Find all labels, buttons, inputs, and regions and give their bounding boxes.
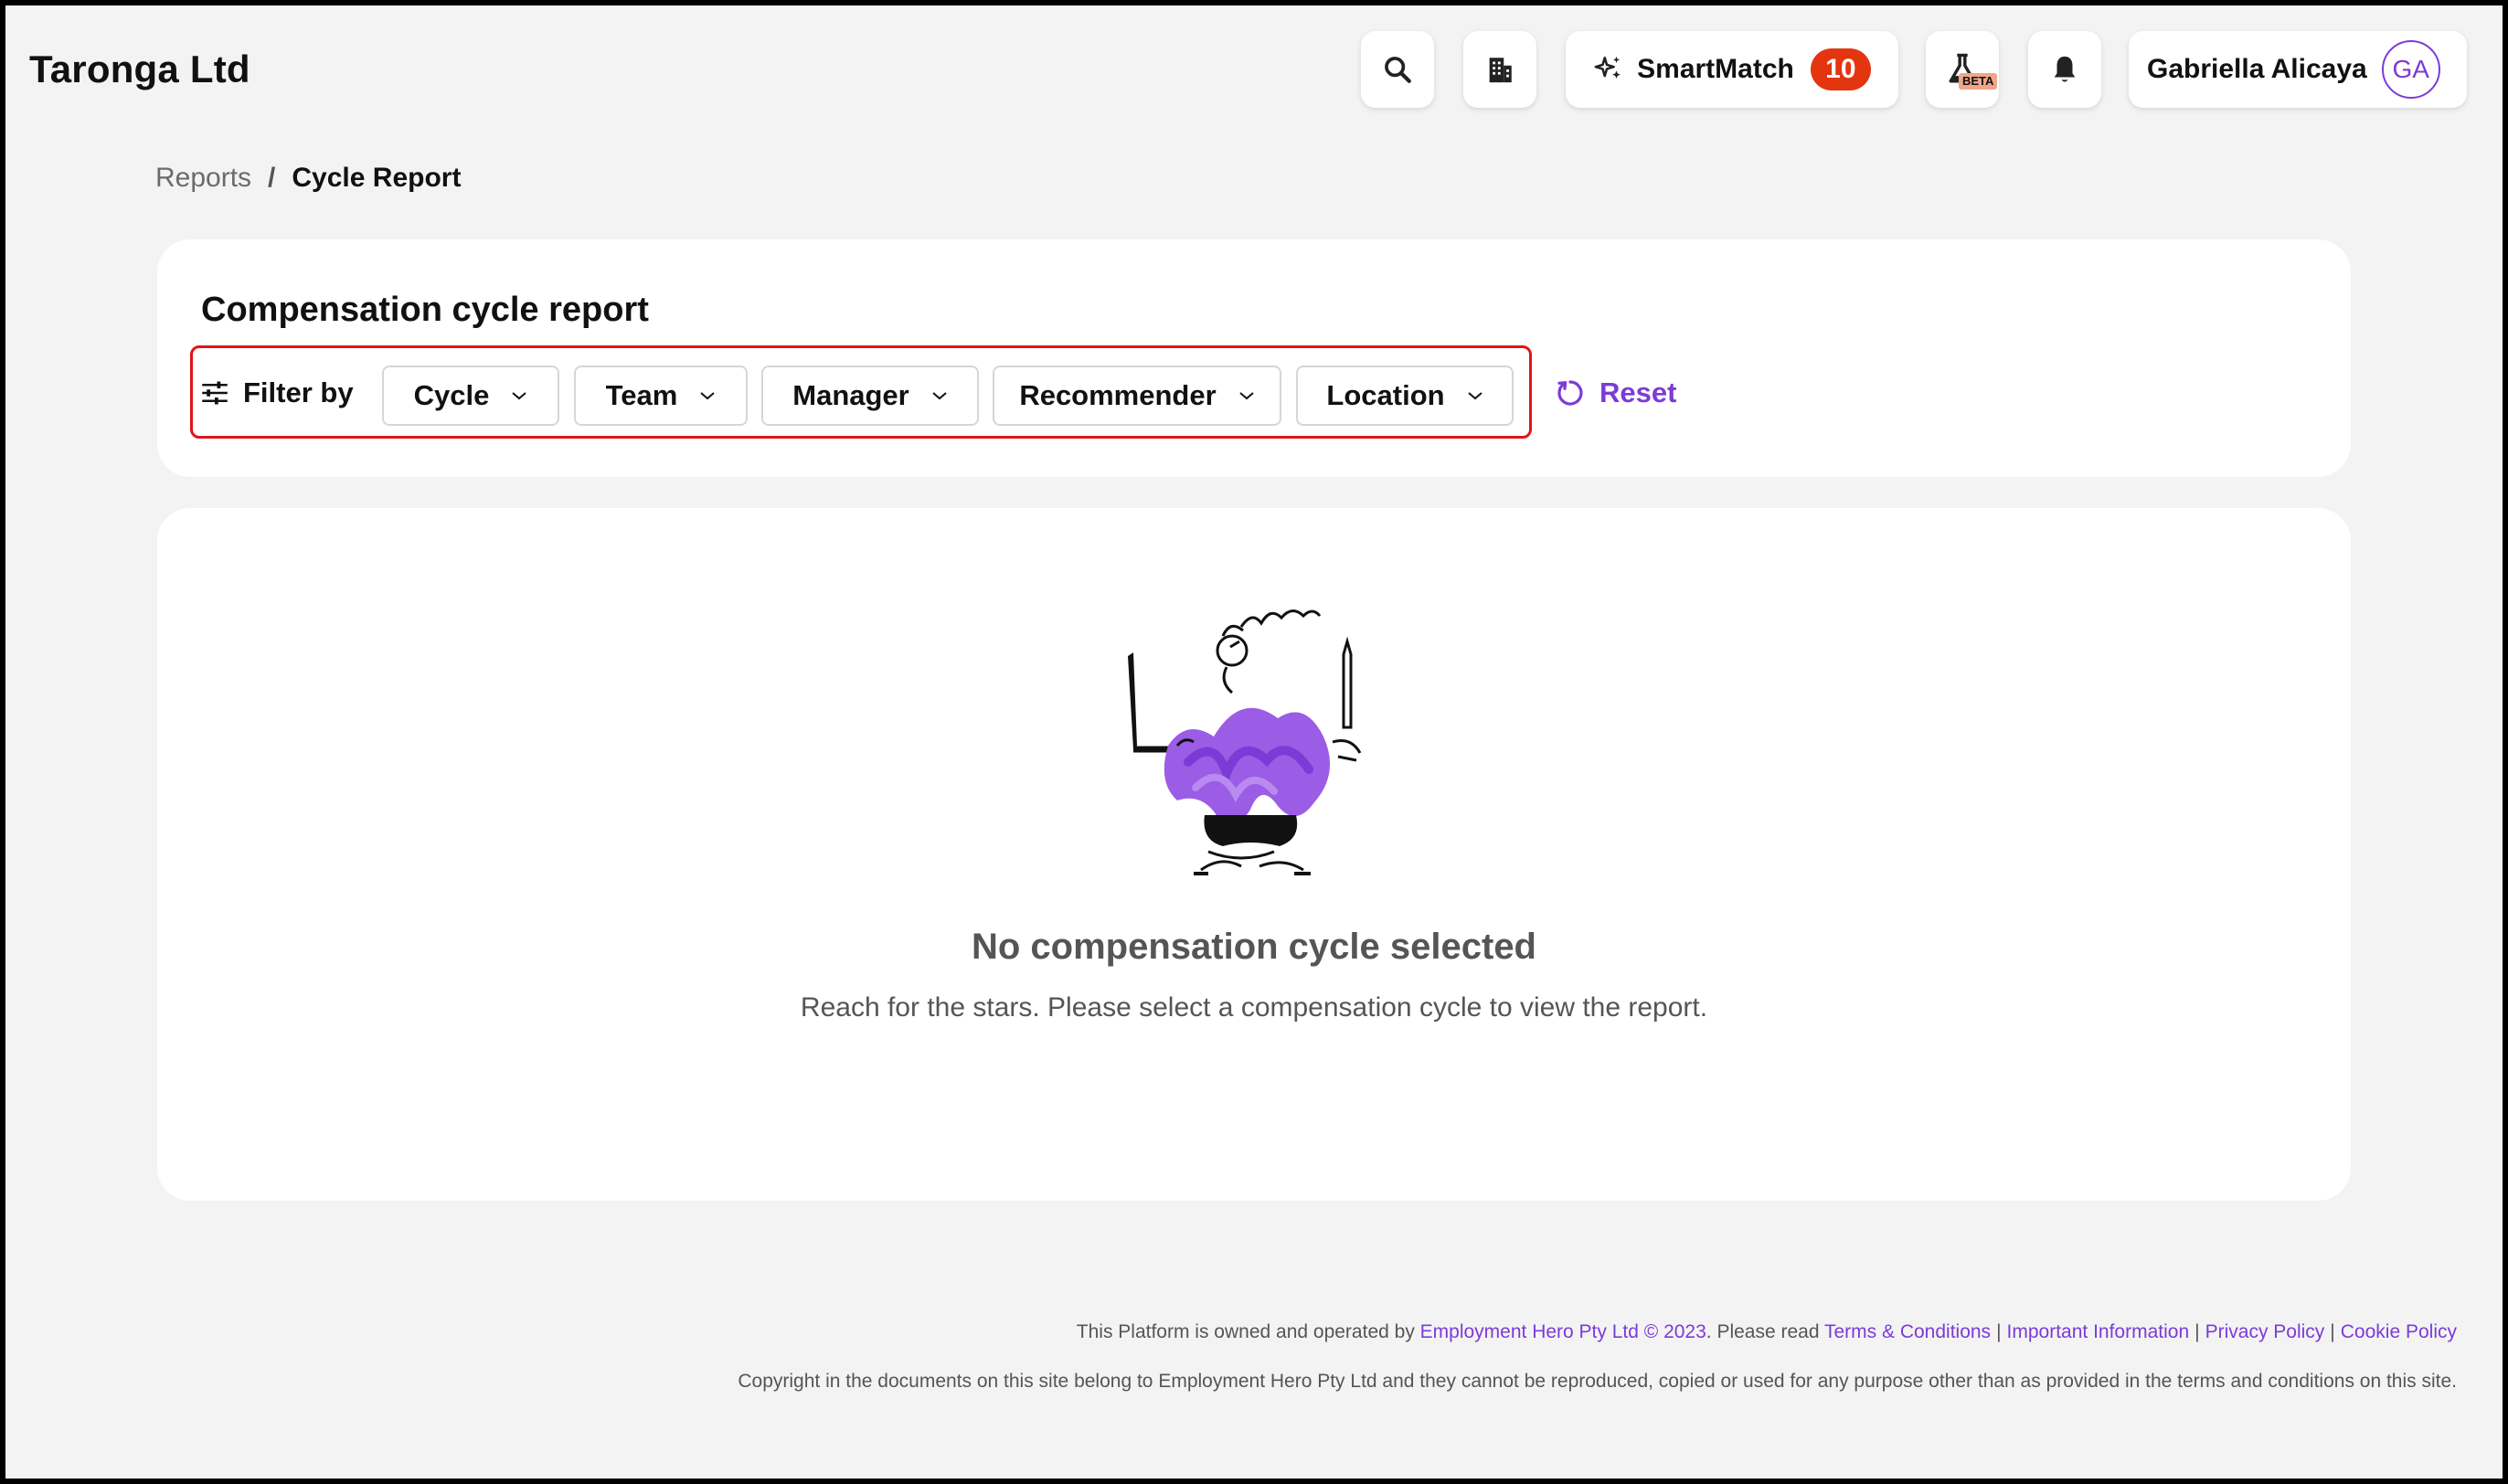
empty-state-message: Reach for the stars. Please select a com… (800, 992, 1708, 1023)
page-title: Compensation cycle report (201, 291, 649, 329)
footer-separator: | (2194, 1321, 2200, 1342)
manager-dropdown-label: Manager (792, 379, 909, 411)
avatar: GA (2381, 40, 2440, 99)
filter-by-label: Filter by (201, 376, 354, 409)
footer-mid: . Please read (1706, 1321, 1824, 1342)
cookie-policy-link[interactable]: Cookie Policy (2341, 1321, 2457, 1342)
report-content-card: No compensation cycle selected Reach for… (157, 508, 2351, 1201)
smartmatch-count-badge: 10 (1810, 48, 1871, 90)
recommender-dropdown[interactable]: Recommender (993, 366, 1281, 426)
footer-separator: | (2330, 1321, 2335, 1342)
team-dropdown-label: Team (605, 379, 678, 411)
chevron-down-icon (1239, 392, 1254, 400)
location-dropdown-label: Location (1326, 379, 1445, 411)
footer-prefix: This Platform is owned and operated by (1076, 1321, 1420, 1342)
smartmatch-button[interactable]: SmartMatch 10 (1566, 31, 1898, 108)
sparkle-icon (1594, 56, 1621, 79)
privacy-policy-link[interactable]: Privacy Policy (2205, 1321, 2325, 1342)
organisation-button[interactable] (1463, 31, 1536, 108)
notifications-button[interactable] (2028, 31, 2101, 108)
chevron-down-icon (932, 392, 947, 400)
user-menu-button[interactable]: Gabriella Alicaya GA (2129, 31, 2467, 108)
important-information-link[interactable]: Important Information (2007, 1321, 2190, 1342)
reset-button[interactable]: Reset (1556, 376, 1676, 409)
reset-label: Reset (1599, 376, 1677, 408)
breadcrumb-current: Cycle Report (292, 163, 462, 193)
cycle-dropdown-label: Cycle (413, 379, 490, 411)
manager-dropdown[interactable]: Manager (761, 366, 979, 426)
app-window: Taronga Ltd SmartMatch 10 BETA Gabriella… (5, 5, 2503, 1479)
breadcrumb: Reports / Cycle Report (155, 163, 461, 194)
footer-separator: | (1996, 1321, 2002, 1342)
search-icon (1385, 57, 1411, 83)
filter-by-text: Filter by (243, 376, 354, 408)
team-dropdown[interactable]: Team (574, 366, 748, 426)
breadcrumb-reports-link[interactable]: Reports (155, 163, 251, 194)
beta-labs-button[interactable]: BETA (1926, 31, 1999, 108)
cycle-dropdown[interactable]: Cycle (382, 366, 559, 426)
empty-state-title: No compensation cycle selected (971, 927, 1536, 967)
recommender-dropdown-label: Recommender (1019, 379, 1217, 411)
footer-copyright: Copyright in the documents on this site … (738, 1371, 2457, 1392)
smartmatch-label: SmartMatch (1637, 54, 1794, 84)
filter-card: Compensation cycle report Filter by Cycl… (157, 239, 2351, 477)
beta-badge: BETA (1959, 73, 1998, 90)
breadcrumb-separator: / (268, 163, 276, 193)
employment-hero-link[interactable]: Employment Hero Pty Ltd © 2023 (1420, 1321, 1706, 1342)
building-icon (1489, 58, 1512, 83)
chevron-down-icon (512, 392, 527, 400)
sliders-icon (202, 381, 228, 405)
footer-ownership: This Platform is owned and operated by E… (1077, 1321, 2457, 1343)
refresh-icon (1557, 380, 1583, 406)
location-dropdown[interactable]: Location (1296, 366, 1514, 426)
company-name: Taronga Ltd (29, 48, 250, 90)
chevron-down-icon (700, 392, 715, 400)
search-button[interactable] (1361, 31, 1434, 108)
user-name: Gabriella Alicaya (2147, 54, 2367, 84)
chevron-down-icon (1467, 392, 1482, 400)
empty-state-illustration (1128, 610, 1362, 875)
bell-icon (2054, 56, 2076, 82)
terms-link[interactable]: Terms & Conditions (1824, 1321, 1991, 1342)
